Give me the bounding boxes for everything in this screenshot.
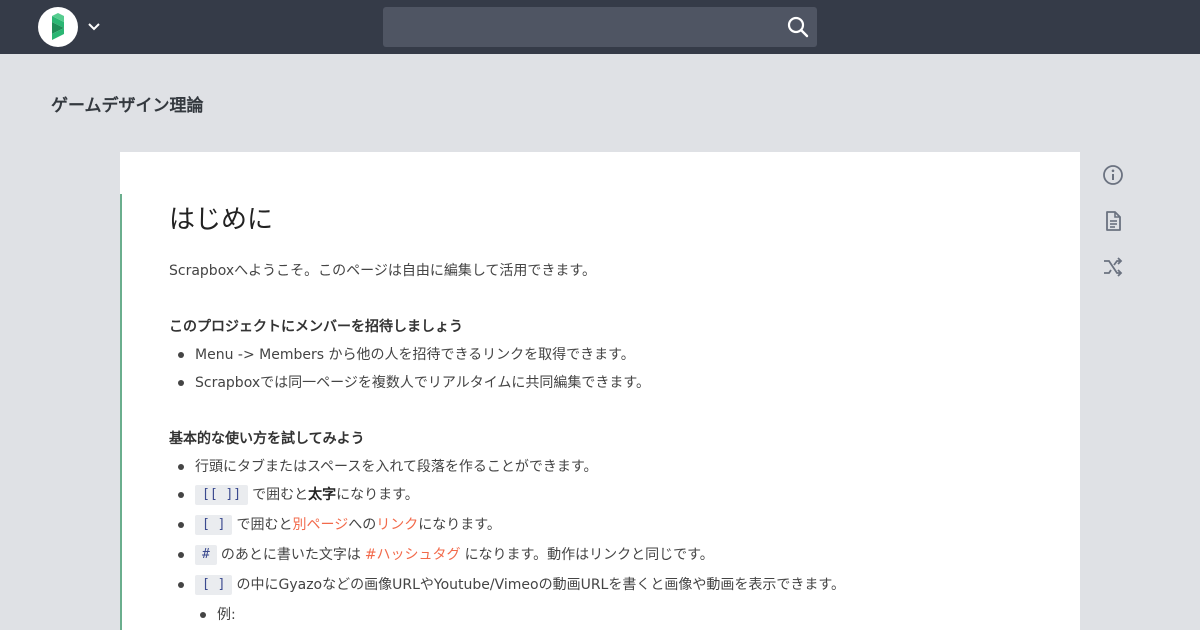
list-item[interactable]: # のあとに書いた文字は #ハッシュタグ になります。動作はリンクと同じです。 bbox=[178, 545, 714, 565]
text-span: の中にGyazoなどの画像URLやYoutube/Vimeoの動画URLを書くと… bbox=[236, 577, 845, 593]
section-heading-invite[interactable]: このプロジェクトにメンバーを招待しましょう bbox=[169, 317, 463, 337]
page-title[interactable]: はじめに bbox=[169, 199, 273, 236]
list-item[interactable]: [[ ]] で囲むと 太字 になります。 bbox=[178, 485, 419, 505]
intro-line[interactable]: Scrapboxへようこそ。このページは自由に編集して活用できます。 bbox=[169, 261, 596, 281]
list-item-text: Scrapboxでは同一ページを複数人でリアルタイムに共同編集できます。 bbox=[195, 375, 651, 391]
list-item[interactable]: [ ] の中にGyazoなどの画像URLやYoutube/Vimeoの動画URL… bbox=[178, 575, 845, 595]
list-item-text: 例: bbox=[217, 607, 236, 623]
inline-code: [ ] bbox=[195, 575, 233, 595]
bullet-dot bbox=[178, 582, 184, 588]
list-item[interactable]: [ ] で囲むと 別ページ への リンク になります。 bbox=[178, 515, 501, 535]
list-item-text: Menu -> Members から他の人を招待できるリンクを取得できます。 bbox=[195, 347, 635, 363]
edit-indicator-bar bbox=[120, 194, 122, 630]
text-span: への bbox=[348, 517, 377, 533]
list-item[interactable]: Scrapboxでは同一ページを複数人でリアルタイムに共同編集できます。 bbox=[178, 373, 650, 393]
inline-code: [[ ]] bbox=[195, 485, 249, 505]
bullet-dot bbox=[200, 612, 206, 618]
list-item-text: 行頭にタブまたはスペースを入れて段落を作ることができます。 bbox=[195, 459, 598, 475]
bullet-dot bbox=[178, 464, 184, 470]
page-link[interactable]: 別ページ bbox=[292, 515, 348, 535]
project-title[interactable]: ゲームデザイン理論 bbox=[51, 91, 204, 116]
section-heading-basics[interactable]: 基本的な使い方を試してみよう bbox=[169, 429, 365, 449]
bullet-dot bbox=[178, 352, 184, 358]
info-icon[interactable] bbox=[1102, 164, 1124, 186]
search-box bbox=[383, 7, 817, 47]
page-link[interactable]: リンク bbox=[376, 515, 418, 535]
bullet-dot bbox=[178, 522, 184, 528]
search-icon[interactable] bbox=[787, 16, 809, 38]
text-span: になります。 bbox=[418, 517, 501, 533]
search-input[interactable] bbox=[383, 7, 773, 47]
inline-code: # bbox=[195, 545, 217, 565]
text-span: で囲むと bbox=[236, 517, 293, 533]
shuffle-icon[interactable] bbox=[1102, 256, 1124, 278]
bullet-dot bbox=[178, 552, 184, 558]
inline-code: [ ] bbox=[195, 515, 233, 535]
top-navbar bbox=[0, 0, 1200, 54]
text-span: になります。 bbox=[336, 487, 419, 503]
chevron-down-icon[interactable] bbox=[86, 18, 102, 34]
hashtag-link[interactable]: #ハッシュタグ bbox=[365, 545, 461, 565]
text-span: になります。動作はリンクと同じです。 bbox=[464, 547, 714, 563]
list-item[interactable]: 行頭にタブまたはスペースを入れて段落を作ることができます。 bbox=[178, 457, 598, 477]
text-span: のあとに書いた文字は bbox=[220, 547, 361, 563]
document-icon[interactable] bbox=[1102, 210, 1124, 232]
sub-list-item[interactable]: 例: bbox=[200, 605, 236, 625]
page-card: はじめに Scrapboxへようこそ。このページは自由に編集して活用できます。 … bbox=[120, 152, 1080, 630]
scrapbox-logo-icon[interactable] bbox=[38, 7, 78, 47]
bold-text: 太字 bbox=[308, 487, 337, 503]
bullet-dot bbox=[178, 492, 184, 498]
list-item[interactable]: Menu -> Members から他の人を招待できるリンクを取得できます。 bbox=[178, 345, 635, 365]
bullet-dot bbox=[178, 380, 184, 386]
text-span: で囲むと bbox=[252, 487, 309, 503]
